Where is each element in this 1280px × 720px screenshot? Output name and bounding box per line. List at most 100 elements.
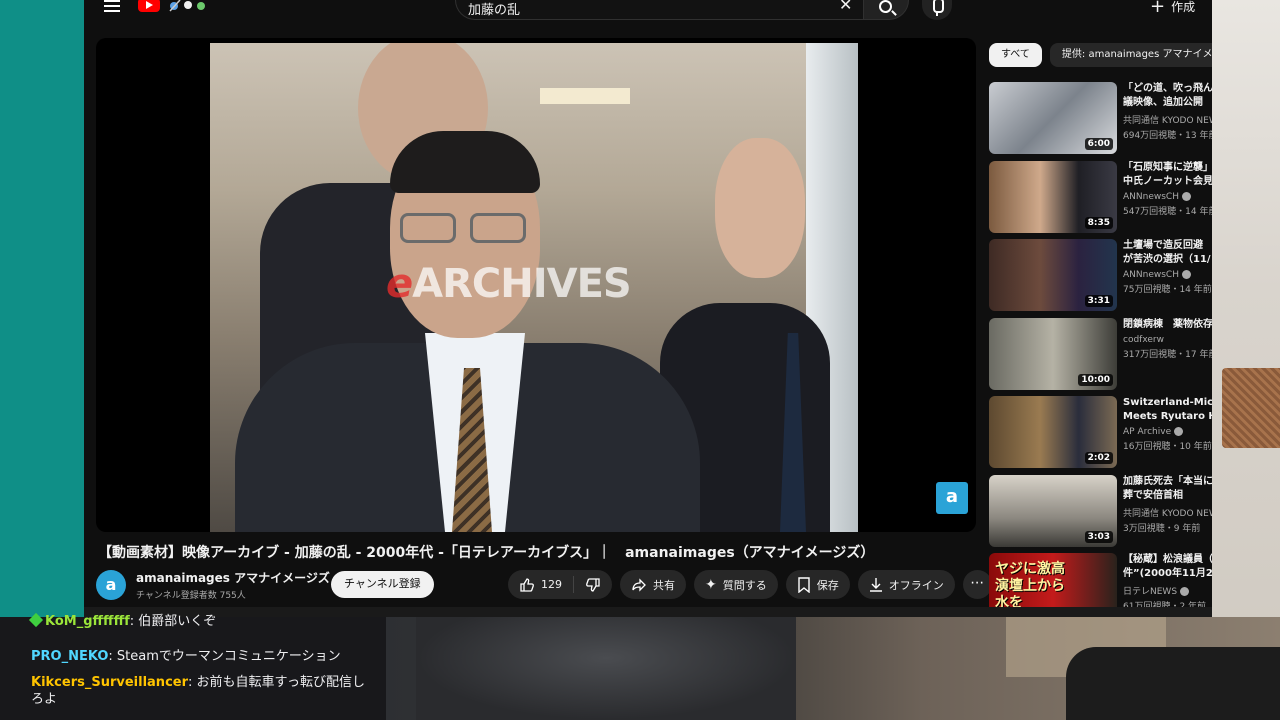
rec-title[interactable]: 「どの道、吹っ飛ん	[1123, 82, 1212, 96]
chat-message: Kikcers_Surveillancer: お前も自転車すっ転び配信しろよ	[31, 674, 372, 708]
search-input[interactable]: 加藤の乱	[468, 0, 520, 18]
rec-title-line2[interactable]: 議映像、追加公開	[1123, 96, 1212, 110]
stream-background-room	[1212, 0, 1280, 720]
rec-thumbnail[interactable]: 3:31	[989, 239, 1117, 311]
chat-username[interactable]: PRO_NEKO	[31, 649, 108, 664]
rec-title[interactable]: 加藤氏死去「本当に	[1123, 475, 1212, 489]
rec-meta: 3万回視聴・9 年前	[1123, 523, 1201, 534]
rec-thumbnail[interactable]: 2:02	[989, 396, 1117, 468]
filter-chips: すべて 提供: amanaimages アマナイメー	[989, 43, 1212, 67]
rec-meta: 75万回視聴・14 年前	[1123, 285, 1212, 295]
rec-title[interactable]: Switzerland-Micky	[1123, 396, 1212, 410]
more-actions-icon[interactable]: ⋯	[962, 570, 992, 599]
rec-thumbnail[interactable]: 3:03	[989, 474, 1117, 547]
verified-check-icon	[1174, 427, 1184, 436]
chip-channel[interactable]: 提供: amanaimages アマナイメー	[1049, 43, 1212, 67]
rec-channel[interactable]: ANNnewsCH	[1123, 270, 1212, 280]
duration-badge: 6:00	[1084, 138, 1113, 150]
plus-icon: +	[1150, 0, 1166, 17]
recommendation-item[interactable]: 3:31 土壇場で造反回避 が苦渋の選択（11/ ANNnewsCH 75万回視…	[989, 239, 1212, 318]
rec-channel-name: ANNnewsCH	[1123, 270, 1179, 280]
search-box[interactable]: 加藤の乱 ✕	[455, 0, 863, 20]
hamburger-menu-icon[interactable]	[104, 0, 120, 12]
like-count: 129	[541, 578, 562, 591]
youtube-window: 加藤の乱 ✕ + 作成 eARCHIVES a 【動画素材】映像アーカイブ - …	[84, 0, 1212, 607]
rec-meta: 61万回視聴・2 年前	[1123, 602, 1207, 607]
verified-check-icon	[1180, 587, 1190, 596]
rec-thumbnail[interactable]: 6:00	[989, 82, 1117, 154]
chat-username[interactable]: KoM_gfffffff	[45, 614, 130, 629]
recommendation-item[interactable]: 8:35 「石原知事に逆襲」 中氏ノーカット会見 ANNnewsCH 547万回…	[989, 160, 1212, 240]
rec-meta: 317万回視聴・17 年前	[1123, 349, 1212, 360]
dislike-button[interactable]	[574, 570, 612, 599]
rec-title[interactable]: 【秘蔵】松浪議員（	[1123, 553, 1212, 567]
sparkle-icon: ✦	[705, 576, 717, 593]
youtube-logo-icon[interactable]	[138, 0, 160, 12]
rec-thumbnail[interactable]: 10:00	[989, 317, 1117, 390]
channel-watermark-icon[interactable]: a	[936, 482, 968, 514]
rec-title[interactable]: 「石原知事に逆襲」	[1123, 161, 1212, 175]
duration-badge: 3:31	[1084, 295, 1113, 307]
download-icon	[869, 577, 882, 592]
rec-details: 【秘蔵】松浪議員（ 件”(2000年11月2 日テレNEWS 61万回視聴・2 …	[1123, 553, 1212, 607]
verified-check-icon	[1181, 191, 1191, 201]
subscriber-count: チャンネル登録者数 755人	[136, 591, 246, 601]
video-title: 【動画素材】映像アーカイブ - 加藤の乱 - 2000年代 -「日テレアーカイブ…	[98, 545, 875, 561]
verified-check-icon	[1181, 270, 1191, 279]
bookmark-icon	[798, 576, 810, 593]
subscribe-button[interactable]: チャンネル登録	[331, 571, 434, 598]
rec-title-line2[interactable]: Meets Ryutaro Has	[1123, 410, 1212, 424]
offline-button[interactable]: オフライン	[857, 570, 955, 599]
rec-channel[interactable]: ANNnewsCH	[1123, 191, 1212, 202]
channel-owner: a amanaimages アマナイメージズ チャンネル登録者数 755人	[96, 569, 330, 601]
rec-channel[interactable]: codfxerw	[1123, 335, 1212, 345]
rec-title-line2[interactable]: 葬で安倍首相	[1123, 489, 1212, 503]
ask-button[interactable]: ✦ 質問する	[694, 570, 778, 599]
channel-name[interactable]: amanaimages アマナイメージズ	[136, 569, 330, 586]
voice-search-mic-icon[interactable]	[922, 0, 952, 20]
scene-person-right-head	[715, 138, 805, 278]
chat-text: : 伯爵部いくぞ	[129, 614, 217, 629]
rec-title[interactable]: 土壇場で造反回避	[1123, 239, 1212, 253]
share-button[interactable]: 共有	[620, 570, 686, 599]
recommendation-item[interactable]: ヤジに激高 演壇上から 水を 【秘蔵】松浪議員（ 件”(2000年11月2 日テレN…	[989, 553, 1212, 607]
watermark-prefix: e	[386, 261, 413, 307]
like-button[interactable]: 129	[508, 570, 573, 599]
rec-channel[interactable]: AP Archive	[1123, 427, 1212, 437]
clear-search-icon[interactable]: ✕	[839, 0, 852, 14]
rec-meta: 547万回視聴・14 年前	[1123, 206, 1212, 217]
recommendation-item[interactable]: 2:02 Switzerland-Micky Meets Ryutaro Has…	[989, 396, 1212, 475]
video-player[interactable]: eARCHIVES a	[96, 38, 976, 532]
rec-details: 土壇場で造反回避 が苦渋の選択（11/ ANNnewsCH 75万回視聴・14 …	[1123, 239, 1212, 295]
chat-message: KoM_gfffffff: 伯爵部いくぞ	[28, 612, 372, 630]
rec-title[interactable]: 閉鎖病棟 薬物依存	[1123, 318, 1212, 332]
save-button[interactable]: 保存	[785, 570, 850, 599]
chat-message: PRO_NEKO: Steamでウーマンコミュニケーション	[31, 648, 372, 665]
rec-thumbnail[interactable]: 8:35	[989, 160, 1117, 233]
chat-username[interactable]: Kikcers_Surveillancer	[31, 675, 188, 690]
rec-title-line2[interactable]: 件”(2000年11月2	[1123, 567, 1212, 581]
rec-title-line2[interactable]: が苦渋の選択（11/	[1123, 253, 1212, 267]
recommendation-item[interactable]: 3:03 加藤氏死去「本当に 葬で安倍首相 共同通信 KYODO NEWS 3万…	[989, 474, 1212, 554]
channel-info: amanaimages アマナイメージズ チャンネル登録者数 755人	[136, 569, 330, 601]
search-button[interactable]	[863, 0, 909, 20]
ask-label: 質問する	[722, 578, 767, 592]
rec-details: Switzerland-Micky Meets Ryutaro Has AP A…	[1123, 396, 1212, 452]
scene-person-main-hair	[390, 131, 540, 193]
rec-title-line2[interactable]: 中氏ノーカット会見	[1123, 175, 1212, 189]
rec-channel-name: AP Archive	[1123, 427, 1172, 437]
create-button[interactable]: + 作成	[1150, 0, 1195, 15]
rec-thumbnail[interactable]: ヤジに激高 演壇上から 水を	[989, 553, 1117, 607]
channel-avatar[interactable]: a	[96, 570, 126, 600]
share-icon	[632, 577, 646, 592]
background-chair	[1066, 647, 1280, 720]
rec-channel[interactable]: 共同通信 KYODO NEWS	[1123, 113, 1212, 126]
duration-badge: 8:35	[1084, 216, 1113, 229]
video-frame: eARCHIVES	[210, 43, 858, 532]
rec-channel[interactable]: 共同通信 KYODO NEWS	[1123, 506, 1212, 519]
recommendation-item[interactable]: 6:00 「どの道、吹っ飛ん 議映像、追加公開 共同通信 KYODO NEWS …	[989, 82, 1212, 161]
recommendation-item[interactable]: 10:00 閉鎖病棟 薬物依存 codfxerw 317万回視聴・17 年前	[989, 317, 1212, 397]
chip-all[interactable]: すべて	[989, 43, 1042, 67]
rec-channel[interactable]: 日テレNEWS	[1123, 584, 1212, 597]
duration-badge: 2:02	[1084, 452, 1113, 464]
